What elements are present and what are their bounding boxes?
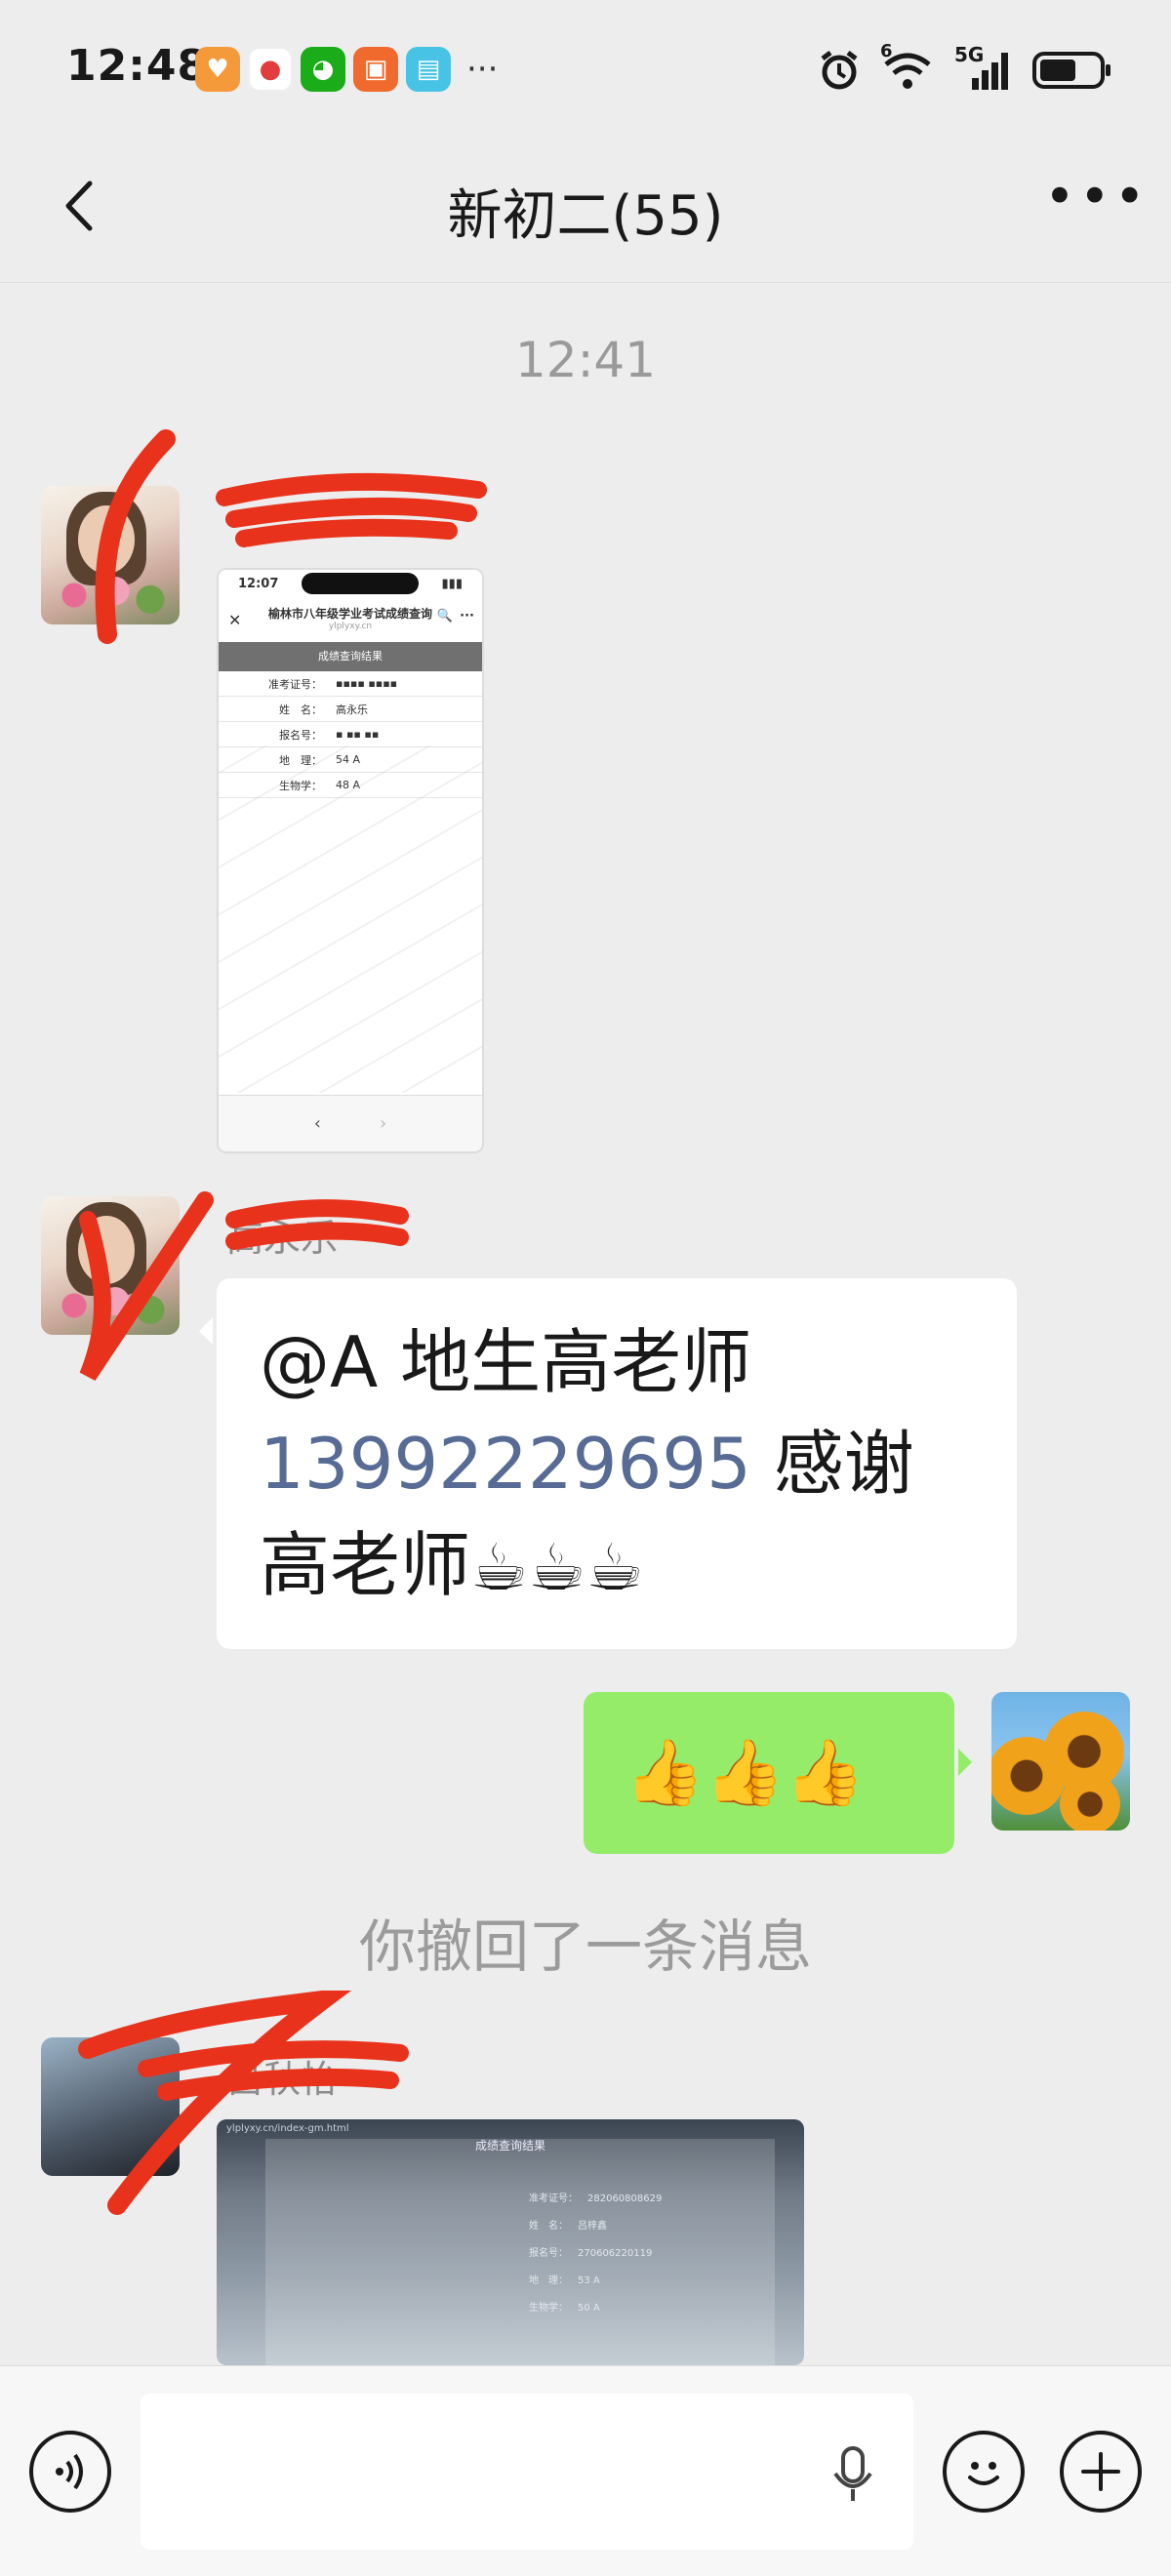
search-icon: 🔍 <box>436 609 453 624</box>
photo-result-label: 报名号： <box>529 2248 568 2259</box>
plus-icon <box>1081 2452 1120 2491</box>
photo-result-value: 282060808629 <box>587 2194 663 2204</box>
mic-button[interactable] <box>829 2444 876 2511</box>
text-message-outgoing[interactable]: 👍👍👍 <box>584 1692 972 1854</box>
thumbs-up-emoji: 👍👍👍 <box>625 1735 866 1810</box>
heart-app-icon: ♥ <box>195 47 240 92</box>
red-app-icon: ● <box>248 47 293 92</box>
more-notifications-indicator: ··· <box>466 50 499 89</box>
result-label: 姓 名： <box>279 703 322 716</box>
photo-result-label: 姓 名： <box>529 2221 568 2232</box>
message-timestamp: 12:41 <box>514 332 657 388</box>
emoji-icon <box>968 2462 999 2485</box>
text-message[interactable]: @A 地生高老师 13992229695 感谢 高老师☕☕☕ <box>199 1278 1017 1649</box>
wifi-badge: 6 <box>880 41 893 61</box>
result-label: 准考证号： <box>268 677 322 691</box>
dynamic-island <box>301 573 419 594</box>
photo-url-bar: ylplyxy.cn/index-gm.html <box>226 2123 349 2134</box>
screenshot-signal: ▮▮▮ <box>441 576 463 591</box>
result-value: 高永乐 <box>336 703 368 716</box>
photo-result-label: 地 理： <box>529 2275 568 2286</box>
photo-result-row: 生物学： 50 A <box>529 2299 600 2314</box>
message-text: 高老师 <box>260 1524 471 1606</box>
photo-result-label: 准考证号： <box>529 2194 578 2204</box>
close-icon: ✕ <box>228 611 242 629</box>
score-screenshot: 12:07 ▮▮▮ ✕ 榆林市八年级学业考试成绩查询 ylplyxy.cn 🔍 … <box>219 570 482 1151</box>
chat-title: 新初二(55) <box>447 184 724 248</box>
input-bar <box>0 2365 1171 2576</box>
voice-icon <box>56 2453 83 2490</box>
more-horizontal-icon: ••• <box>1044 166 1150 227</box>
message-line-3: 高老师☕☕☕ <box>260 1514 974 1619</box>
photo-screen <box>265 2139 775 2365</box>
photo-result-value: 吕梓鑫 <box>578 2221 607 2232</box>
result-row: 姓 名： 高永乐 <box>219 697 482 722</box>
photo-result-row: 地 理： 53 A <box>529 2272 600 2286</box>
nav-forward-icon: › <box>380 1113 387 1134</box>
screenshot-time: 12:07 <box>238 576 279 591</box>
system-icons: 6 5G <box>818 41 1110 92</box>
status-time: 12:48 <box>66 41 209 91</box>
message-line-2: 13992229695 感谢 <box>260 1413 974 1514</box>
more-button[interactable]: ••• <box>1044 171 1146 240</box>
result-row: 准考证号： ▪▪▪▪ ▪▪▪▪ <box>219 671 482 697</box>
photo-message[interactable]: ylplyxy.cn/index-gm.html 成绩查询结果 准考证号： 282… <box>217 2119 804 2365</box>
wechat-icon: ◕ <box>301 47 345 92</box>
battery-fill <box>1040 60 1076 81</box>
orange-app-icon: ▣ <box>353 47 398 92</box>
message-input[interactable] <box>141 2394 913 2550</box>
screenshot-title-bar: ✕ 榆林市八年级学业考试成绩查询 ylplyxy.cn 🔍 ··· <box>219 597 482 642</box>
my-avatar[interactable] <box>991 1692 1130 1831</box>
menu-icon: ··· <box>460 609 474 624</box>
result-value: ▪▪▪▪ ▪▪▪▪ <box>336 677 398 690</box>
watermark <box>219 745 482 1093</box>
notification-app-icons: ♥ ● ◕ ▣ ▤ ··· <box>195 47 498 92</box>
photo-result-header: 成绩查询结果 <box>474 2139 545 2153</box>
status-bar: 12:48 ♥ ● ◕ ▣ ▤ ··· 6 5G <box>0 0 1171 137</box>
photo-result-row: 报名号： 270606220119 <box>529 2244 652 2259</box>
emoji-button[interactable] <box>943 2431 1025 2513</box>
mic-icon <box>833 2446 872 2501</box>
photo-result-value: 270606220119 <box>578 2248 653 2259</box>
coffee-emoji: ☕☕☕ <box>470 1530 644 1605</box>
phone-number-link[interactable]: 13992229695 <box>260 1423 751 1505</box>
book-app-icon: ▤ <box>406 47 451 92</box>
nav-back-icon: ‹ <box>313 1113 321 1134</box>
photo-result-row: 姓 名： 吕梓鑫 <box>529 2217 607 2232</box>
wifi-icon: 6 <box>880 41 935 92</box>
screenshot-title: 榆林市八年级学业考试成绩查询 <box>267 607 432 621</box>
result-value: ▪ ▪▪ ▪▪ <box>336 728 380 741</box>
voice-toggle-button[interactable] <box>29 2431 111 2513</box>
alarm-icon <box>821 51 858 90</box>
screenshot-nav: ‹ › <box>219 1095 482 1151</box>
signal-icon: 5G <box>954 43 1013 92</box>
photo-result-value: 53 A <box>578 2275 600 2286</box>
chat-header: 新初二(55) ••• <box>0 137 1171 283</box>
add-button[interactable] <box>1060 2431 1142 2513</box>
recall-notice: 你撤回了一条消息 <box>358 1913 812 1980</box>
result-row: 报名号： ▪ ▪▪ ▪▪ <box>219 722 482 747</box>
photo-result-row: 准考证号： 282060808629 <box>529 2190 662 2204</box>
mention[interactable]: @A 地生高老师 <box>260 1311 974 1413</box>
battery-icon <box>1032 52 1110 89</box>
image-message[interactable]: 12:07 ▮▮▮ ✕ 榆林市八年级学业考试成绩查询 ylplyxy.cn 🔍 … <box>217 568 484 1153</box>
photo-result-label: 生物学： <box>529 2303 568 2314</box>
sunflower <box>1060 1774 1120 1831</box>
screenshot-status: 12:07 ▮▮▮ <box>219 570 482 597</box>
result-header: 成绩查询结果 <box>219 642 482 671</box>
message-text: 感谢 <box>750 1423 914 1505</box>
result-label: 报名号： <box>279 728 322 742</box>
photo-result-value: 50 A <box>578 2303 600 2314</box>
